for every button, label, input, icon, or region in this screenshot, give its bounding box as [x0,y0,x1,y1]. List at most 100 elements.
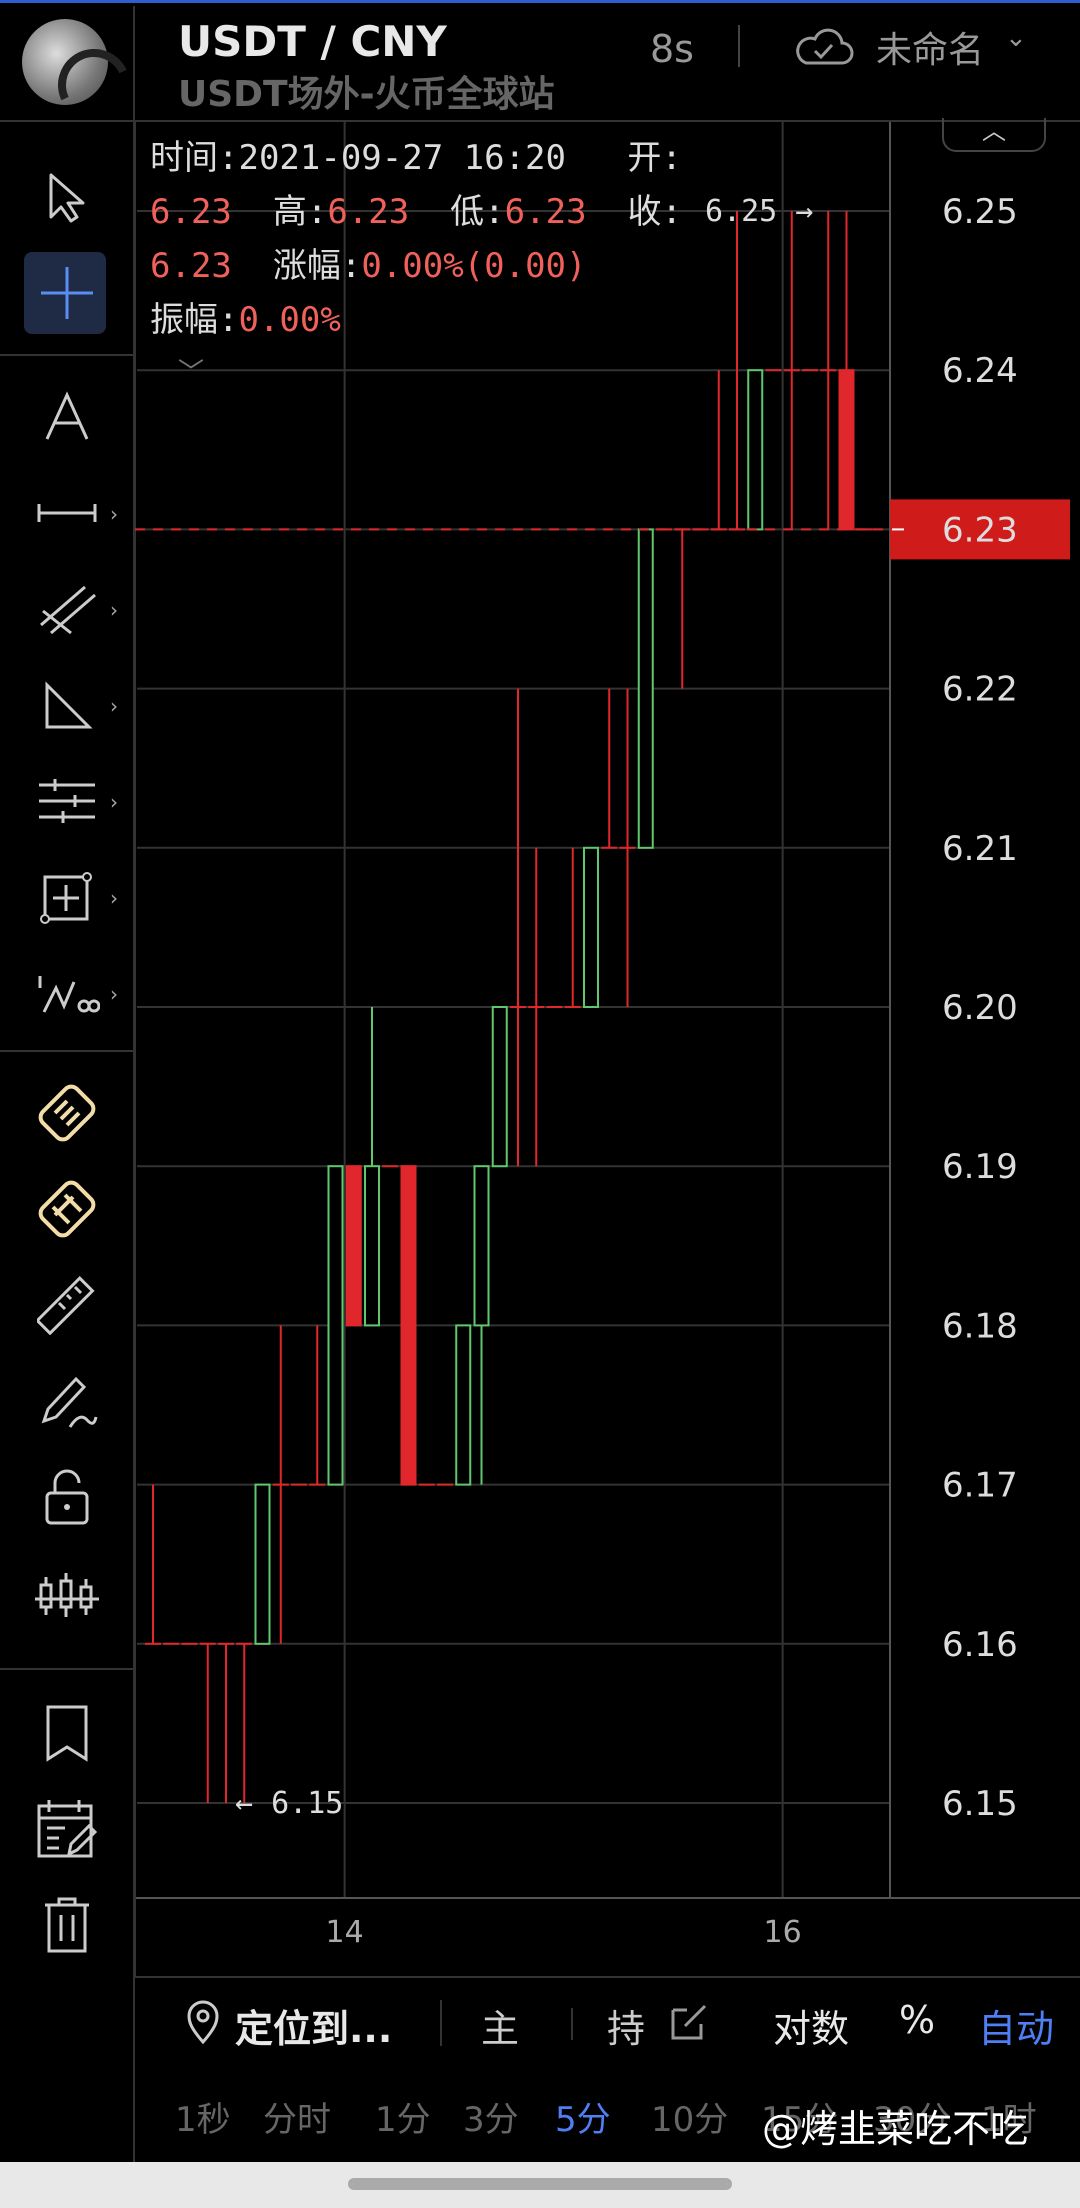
high-marker-label: 6.25 → [705,194,813,229]
elliott-wave-tool[interactable]: › [0,948,133,1038]
cloud-save-icon[interactable] [790,23,856,73]
edit-square-icon[interactable] [669,2002,709,2051]
chevron-up-icon[interactable]: ︿ [942,118,1046,152]
toolbar-divider [0,354,133,356]
chart-options-bar: 定位到... 主 持 对数 % 自动 [135,1976,1080,2070]
box-measure-icon [39,872,92,924]
text-a-icon [45,391,88,440]
low-marker-label: ← 6.15 [235,1786,343,1821]
layout-name[interactable]: 未命名 [876,21,984,73]
candlestick-chart[interactable]: 6.25 6.24 6.23 6.22 6.21 6.20 6.19 6.18 6.17 6.16… [135,122,1080,1976]
indicator-visibility-tool[interactable] [0,1548,133,1638]
candle-body [455,1324,472,1486]
amplitude-label: 振幅: [150,300,239,340]
y-tick-label: 6.17 [942,1466,1018,1506]
magnet-strong-tool[interactable] [0,1164,133,1254]
chevron-down-icon[interactable]: ⌄ [1005,23,1027,53]
x-tick-label: 14 [326,1915,364,1950]
x-tick-label: 16 [764,1915,802,1950]
magnet-tool[interactable] [0,1068,133,1158]
timeframe-3[interactable]: 3分 [463,2092,519,2141]
ruler-tool[interactable] [0,1260,133,1350]
y-tick-label: 6.15 [942,1784,1018,1824]
candle-body [364,1165,380,1327]
low-value: 6.23 [504,192,587,232]
notes-tool[interactable] [0,1784,133,1874]
main-indicator-button[interactable]: 主 [481,1998,519,2053]
crosshair-icon [40,267,93,319]
symbol-title[interactable]: USDT / CNY [178,17,447,66]
trash-icon [44,1897,89,1953]
pencil-icon [41,1376,97,1428]
time-value: 2021-09-27 16:20 [238,138,566,178]
header-separator [738,25,740,67]
hold-button[interactable]: 持 [607,1998,645,2053]
timeframe-5[interactable]: 10分 [651,2092,728,2141]
candles-hide-icon [34,1573,99,1617]
y-tick-label: 6.20 [942,988,1018,1028]
ohlc-line-1: 时间:2021-09-27 16:20 开: [150,130,682,179]
close-value: 6.23 [150,246,232,286]
candle-body [254,1483,271,1645]
exchange-logo-icon[interactable] [22,19,141,132]
y-tick-label: 6.24 [942,351,1018,391]
chart-header: USDT / CNY USDT场外-火币全球站 8s 未命名 ⌄ [0,3,1080,132]
symbol-subtitle: USDT场外-火币全球站 [178,74,555,115]
high-value: 6.23 [327,192,410,232]
measure-box-tool[interactable]: › [0,852,133,942]
low-label: 低: [450,192,505,232]
channel-tool[interactable]: › [0,564,133,654]
high-label: 高: [272,192,328,232]
change-label: 涨幅: [272,246,362,286]
ohlc-line-4: 振幅:0.00% [150,292,341,341]
triangle-icon [45,681,93,729]
delete-tool[interactable] [0,1880,133,1970]
brush-tool[interactable] [0,1356,133,1446]
time-label: 时间: [150,138,239,178]
bookmark-tool[interactable] [0,1688,133,1778]
log-scale-button[interactable]: 对数 [773,1998,849,2053]
cursor-tool[interactable] [0,152,133,242]
y-tick-label: 6.18 [942,1306,1018,1346]
shape-tool[interactable]: › [0,660,133,750]
change-value: 0.00%(0.00) [361,246,587,286]
candle-body [491,1006,508,1168]
timeframe-1[interactable]: 分时 [263,2092,331,2141]
timeframe-2[interactable]: 1分 [375,2092,431,2141]
timeframe-4[interactable]: 5分 [555,2092,611,2141]
y-tick-label: 6.21 [942,829,1018,869]
locate-to-button[interactable]: 定位到... [235,1998,392,2053]
parallel-channel-icon [39,585,96,635]
auto-scale-button[interactable]: 自动 [978,1998,1054,2053]
close-label: 收: [627,192,682,232]
ruler-icon [36,1276,95,1335]
open-value: 6.23 [150,192,232,232]
bookmark-icon [46,1705,87,1762]
candle-body [473,1165,490,1327]
fibonacci-tool[interactable]: › [0,756,133,846]
y-tick-label: 6.19 [942,1147,1018,1187]
open-label: 开: [627,138,682,178]
home-indicator[interactable] [348,2178,732,2190]
percent-scale-button[interactable]: % [899,1998,935,2042]
horizontal-line-tool[interactable]: › [0,468,133,558]
drawing-toolbar: › › › › › › [0,122,135,2162]
candle-body [327,1165,344,1486]
fib-levels-icon [38,779,95,823]
candle-body [583,846,599,1008]
bar-separator [440,2000,442,2046]
collapse-info-chevron-icon[interactable]: ﹀ [178,352,204,389]
amplitude-value: 0.00% [238,300,341,340]
location-pin-icon[interactable] [183,2000,223,2053]
arrow-cursor-icon [49,173,84,223]
y-tick-label: 6.23 [942,510,1018,550]
candle-body [838,369,855,531]
text-tool[interactable] [0,372,133,462]
crosshair-tool[interactable] [0,248,133,338]
timeframe-0[interactable]: 1秒 [175,2092,231,2141]
header-divider [133,6,135,123]
candle-body [400,1165,417,1486]
lock-tool[interactable] [0,1452,133,1542]
ohlc-line-3: 6.23 涨幅:0.00%(0.00) [150,238,587,287]
candle-body [747,369,764,531]
